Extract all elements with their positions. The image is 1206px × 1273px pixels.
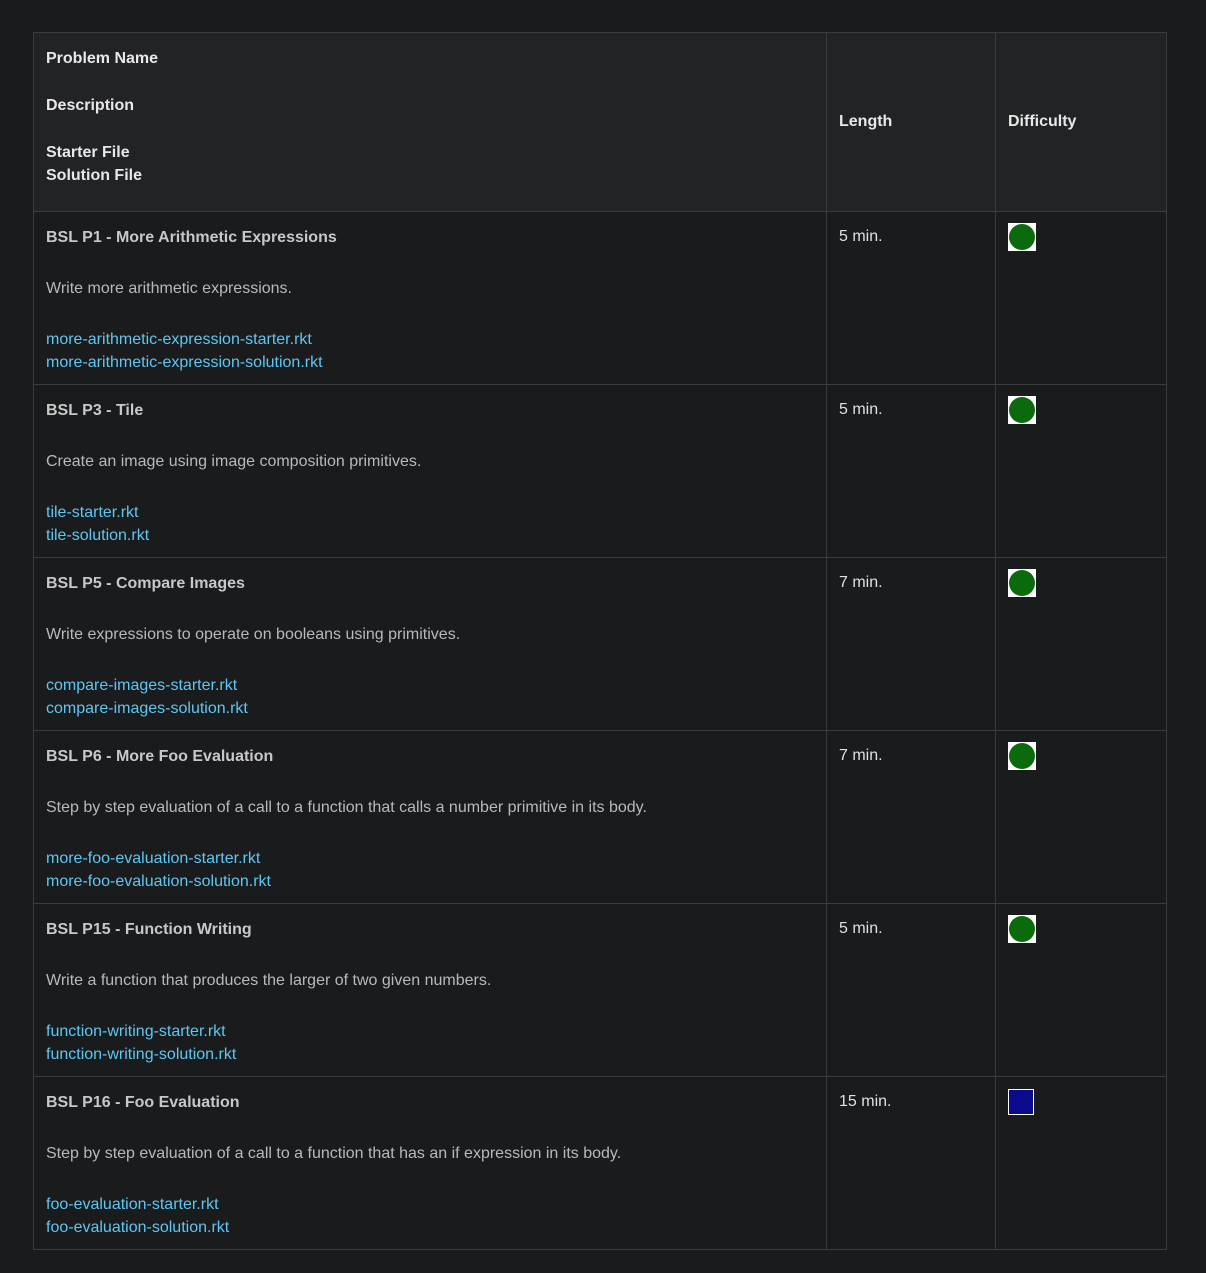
green-circle-icon bbox=[1008, 223, 1036, 251]
starter-file-link[interactable]: compare-images-starter.rkt bbox=[46, 674, 237, 697]
problem-length: 7 min. bbox=[839, 747, 883, 764]
problem-length: 5 min. bbox=[839, 401, 883, 418]
difficulty-cell bbox=[995, 730, 1167, 904]
length-cell: 15 min. bbox=[826, 1076, 996, 1250]
problem-name: BSL P5 - Compare Images bbox=[46, 575, 245, 592]
solution-file-link[interactable]: more-foo-evaluation-solution.rkt bbox=[46, 870, 271, 893]
header-description: Description bbox=[46, 97, 135, 114]
problem-cell: BSL P1 - More Arithmetic Expressions Wri… bbox=[33, 211, 827, 385]
length-cell: 5 min. bbox=[826, 211, 996, 385]
problem-length: 5 min. bbox=[839, 920, 883, 937]
problem-description: Step by step evaluation of a call to a f… bbox=[46, 1145, 622, 1162]
difficulty-cell bbox=[995, 903, 1167, 1077]
solution-file-link[interactable]: compare-images-solution.rkt bbox=[46, 697, 248, 720]
problem-description: Step by step evaluation of a call to a f… bbox=[46, 799, 647, 816]
problem-length: 7 min. bbox=[839, 574, 883, 591]
header-problem-name: Problem Name bbox=[46, 50, 159, 67]
starter-file-link[interactable]: tile-starter.rkt bbox=[46, 501, 138, 524]
difficulty-cell bbox=[995, 384, 1167, 558]
problems-table-container: Problem Name Description Starter File So… bbox=[33, 32, 1167, 1250]
green-circle-icon bbox=[1008, 742, 1036, 770]
solution-file-link[interactable]: more-arithmetic-expression-solution.rkt bbox=[46, 351, 323, 374]
header-problem-column: Problem Name Description Starter File So… bbox=[33, 32, 827, 212]
table-row: BSL P15 - Function Writing Write a funct… bbox=[33, 903, 1167, 1077]
table-row: BSL P1 - More Arithmetic Expressions Wri… bbox=[33, 211, 1167, 385]
green-circle-icon bbox=[1008, 396, 1036, 424]
table-row: BSL P16 - Foo Evaluation Step by step ev… bbox=[33, 1076, 1167, 1250]
problem-cell: BSL P16 - Foo Evaluation Step by step ev… bbox=[33, 1076, 827, 1250]
difficulty-cell bbox=[995, 557, 1167, 731]
problem-description: Create an image using image composition … bbox=[46, 453, 422, 470]
problem-description: Write expressions to operate on booleans… bbox=[46, 626, 461, 643]
problem-name: BSL P3 - Tile bbox=[46, 402, 144, 419]
difficulty-cell bbox=[995, 211, 1167, 385]
solution-file-link[interactable]: function-writing-solution.rkt bbox=[46, 1043, 236, 1066]
length-cell: 7 min. bbox=[826, 730, 996, 904]
problem-description: Write more arithmetic expressions. bbox=[46, 280, 292, 297]
starter-file-link[interactable]: foo-evaluation-starter.rkt bbox=[46, 1193, 219, 1216]
solution-file-link[interactable]: tile-solution.rkt bbox=[46, 524, 149, 547]
table-header-row: Problem Name Description Starter File So… bbox=[33, 32, 1167, 212]
green-circle-icon bbox=[1008, 569, 1036, 597]
problem-name: BSL P16 - Foo Evaluation bbox=[46, 1094, 240, 1111]
header-length: Length bbox=[826, 32, 996, 212]
starter-file-link[interactable]: function-writing-starter.rkt bbox=[46, 1020, 226, 1043]
table-row: BSL P3 - Tile Create an image using imag… bbox=[33, 384, 1167, 558]
starter-file-link[interactable]: more-arithmetic-expression-starter.rkt bbox=[46, 328, 312, 351]
problem-name: BSL P15 - Function Writing bbox=[46, 921, 252, 938]
length-cell: 7 min. bbox=[826, 557, 996, 731]
table-row: BSL P6 - More Foo Evaluation Step by ste… bbox=[33, 730, 1167, 904]
solution-file-link[interactable]: foo-evaluation-solution.rkt bbox=[46, 1216, 229, 1239]
difficulty-cell bbox=[995, 1076, 1167, 1250]
problem-cell: BSL P15 - Function Writing Write a funct… bbox=[33, 903, 827, 1077]
problem-description: Write a function that produces the large… bbox=[46, 972, 492, 989]
problem-cell: BSL P3 - Tile Create an image using imag… bbox=[33, 384, 827, 558]
header-difficulty: Difficulty bbox=[995, 32, 1167, 212]
problem-name: BSL P6 - More Foo Evaluation bbox=[46, 748, 274, 765]
problem-length: 15 min. bbox=[839, 1093, 892, 1110]
problem-cell: BSL P5 - Compare Images Write expression… bbox=[33, 557, 827, 731]
starter-file-link[interactable]: more-foo-evaluation-starter.rkt bbox=[46, 847, 260, 870]
green-circle-icon bbox=[1008, 915, 1036, 943]
length-cell: 5 min. bbox=[826, 384, 996, 558]
blue-square-icon bbox=[1008, 1089, 1034, 1115]
problem-name: BSL P1 - More Arithmetic Expressions bbox=[46, 229, 337, 246]
length-cell: 5 min. bbox=[826, 903, 996, 1077]
table-row: BSL P5 - Compare Images Write expression… bbox=[33, 557, 1167, 731]
header-solution-file: Solution File bbox=[46, 167, 142, 184]
problem-cell: BSL P6 - More Foo Evaluation Step by ste… bbox=[33, 730, 827, 904]
problems-table: Problem Name Description Starter File So… bbox=[33, 32, 1167, 1250]
header-starter-file: Starter File bbox=[46, 144, 130, 161]
problem-length: 5 min. bbox=[839, 228, 883, 245]
